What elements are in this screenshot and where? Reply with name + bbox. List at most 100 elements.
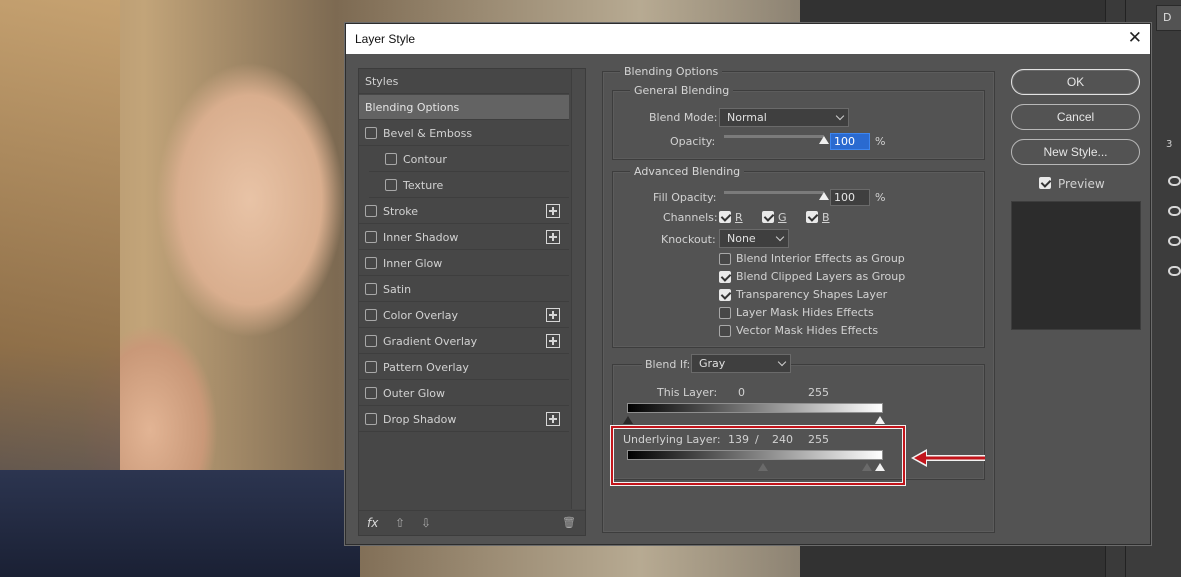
style-item-label: Styles — [365, 75, 399, 88]
style-item-color-overlay[interactable]: Color Overlay — [359, 303, 569, 328]
eye-icon[interactable] — [1168, 236, 1181, 246]
style-item-contour[interactable]: Contour — [369, 147, 569, 172]
style-item-stroke[interactable]: Stroke — [359, 199, 569, 224]
preview-checkbox[interactable] — [1039, 177, 1051, 189]
channel-r-label: R — [735, 211, 743, 224]
knockout-select[interactable]: None — [719, 229, 789, 248]
style-item-styles[interactable]: Styles — [359, 69, 569, 94]
style-item-blending-options[interactable]: Blending Options — [359, 95, 569, 120]
cancel-button[interactable]: Cancel — [1011, 104, 1140, 130]
this-layer-white-handle[interactable] — [875, 416, 885, 424]
ok-button[interactable]: OK — [1011, 69, 1140, 95]
chevron-down-icon — [775, 232, 785, 242]
style-item-texture[interactable]: Texture — [369, 173, 569, 198]
styles-list: Styles Blending Options Bevel & Emboss Cont… — [358, 68, 586, 536]
general-blending-title: General Blending — [630, 84, 734, 97]
add-effect-plus-icon[interactable] — [546, 230, 560, 244]
layer-mask-hides-effects-label: Layer Mask Hides Effects — [736, 306, 874, 319]
move-down-icon[interactable]: ⇩ — [421, 516, 431, 530]
vector-mask-hides-effects-checkbox[interactable] — [719, 325, 731, 337]
blend-if-select[interactable]: Gray — [691, 354, 791, 373]
style-checkbox[interactable] — [365, 309, 377, 321]
opacity-slider[interactable] — [724, 135, 824, 138]
fill-opacity-input[interactable]: 100 — [830, 189, 870, 206]
add-effect-plus-icon[interactable] — [546, 412, 560, 426]
style-checkbox[interactable] — [365, 283, 377, 295]
fx-icon[interactable]: fx — [367, 516, 378, 530]
annotation-arrow-icon — [911, 449, 985, 467]
style-checkbox[interactable] — [365, 257, 377, 269]
style-item-satin[interactable]: Satin — [359, 277, 569, 302]
blend-clipped-layers-as-group-checkbox[interactable] — [719, 271, 731, 283]
style-item-label: Gradient Overlay — [383, 335, 478, 348]
dialog-title: Layer Style — [355, 32, 416, 46]
blend-mode-label: Blend Mode: — [649, 111, 718, 124]
dock-tab[interactable]: D — [1156, 5, 1181, 31]
trash-icon[interactable]: 🗑 — [562, 516, 576, 529]
style-checkbox[interactable] — [365, 335, 377, 347]
style-checkbox[interactable] — [365, 231, 377, 243]
move-up-icon[interactable]: ⇧ — [395, 516, 405, 530]
style-checkbox[interactable] — [365, 127, 377, 139]
dialog-titlebar[interactable]: Layer Style ✕ — [346, 24, 1150, 54]
style-checkbox[interactable] — [385, 179, 397, 191]
blending-options-title: Blending Options — [620, 65, 723, 78]
fill-opacity-slider[interactable] — [724, 191, 824, 194]
channel-g-checkbox[interactable] — [762, 211, 774, 223]
chevron-down-icon — [835, 111, 845, 121]
add-effect-plus-icon[interactable] — [546, 334, 560, 348]
style-item-label: Satin — [383, 283, 412, 296]
advanced-blending-title: Advanced Blending — [630, 165, 745, 178]
chevron-down-icon — [777, 357, 787, 367]
fill-opacity-slider-thumb[interactable] — [819, 192, 829, 200]
style-checkbox[interactable] — [385, 153, 397, 165]
fill-opacity-unit: % — [875, 191, 886, 204]
style-item-bevel-emboss[interactable]: Bevel & Emboss — [359, 121, 569, 146]
opacity-input[interactable]: 100 — [830, 133, 870, 150]
transparency-shapes-layer-checkbox[interactable] — [719, 289, 731, 301]
this-layer-gradient-slider[interactable] — [627, 403, 883, 413]
new-style-button[interactable]: New Style... — [1011, 139, 1140, 165]
blend-interior-effects-as-group-label: Blend Interior Effects as Group — [736, 252, 905, 265]
style-checkbox[interactable] — [365, 387, 377, 399]
style-item-label: Contour — [403, 153, 447, 166]
photo-shirt-region — [0, 470, 360, 577]
style-item-label: Bevel & Emboss — [383, 127, 473, 140]
style-item-inner-glow[interactable]: Inner Glow — [359, 251, 569, 276]
style-item-gradient-overlay[interactable]: Gradient Overlay — [359, 329, 569, 354]
channel-r-checkbox[interactable] — [719, 211, 731, 223]
style-checkbox[interactable] — [365, 205, 377, 217]
blend-interior-effects-as-group-checkbox[interactable] — [719, 253, 731, 265]
eye-icon[interactable] — [1168, 176, 1181, 186]
style-item-outer-glow[interactable]: Outer Glow — [359, 381, 569, 406]
eye-icon[interactable] — [1168, 266, 1181, 276]
style-item-inner-shadow[interactable]: Inner Shadow — [359, 225, 569, 250]
this-layer-label: This Layer: — [657, 386, 718, 399]
blend-clipped-layers-as-group-label: Blend Clipped Layers as Group — [736, 270, 906, 283]
style-item-label: Blending Options — [365, 101, 460, 114]
knockout-label: Knockout: — [661, 233, 716, 246]
eye-icon[interactable] — [1168, 206, 1181, 216]
blend-if-value: Gray — [699, 357, 726, 370]
channels-label: Channels: — [663, 211, 718, 224]
style-item-pattern-overlay[interactable]: Pattern Overlay — [359, 355, 569, 380]
style-item-label: Stroke — [383, 205, 419, 218]
add-effect-plus-icon[interactable] — [546, 308, 560, 322]
opacity-slider-thumb[interactable] — [819, 136, 829, 144]
add-effect-plus-icon[interactable] — [546, 204, 560, 218]
style-item-drop-shadow[interactable]: Drop Shadow — [359, 407, 569, 432]
preview-label: Preview — [1058, 177, 1105, 191]
this-layer-high-value: 255 — [808, 386, 829, 399]
styles-footer: fx ⇧ ⇩ 🗑 — [359, 510, 585, 536]
styles-scrollbar[interactable] — [571, 69, 585, 509]
style-item-label: Color Overlay — [383, 309, 458, 322]
style-checkbox[interactable] — [365, 413, 377, 425]
layer-mask-hides-effects-checkbox[interactable] — [719, 307, 731, 319]
close-icon[interactable]: ✕ — [1128, 28, 1142, 48]
blend-mode-value: Normal — [727, 111, 767, 124]
vector-mask-hides-effects-label: Vector Mask Hides Effects — [736, 324, 879, 337]
this-layer-black-handle[interactable] — [623, 416, 633, 424]
blend-mode-select[interactable]: Normal — [719, 108, 849, 127]
channel-b-checkbox[interactable] — [806, 211, 818, 223]
style-checkbox[interactable] — [365, 361, 377, 373]
